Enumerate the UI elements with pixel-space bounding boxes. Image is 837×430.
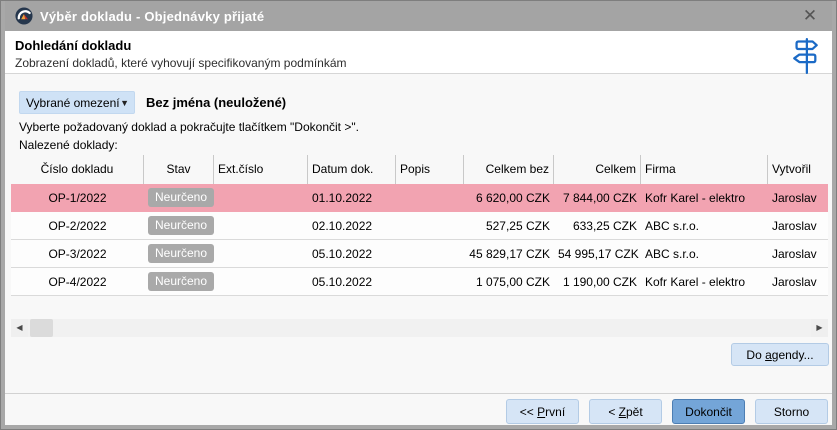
cell-status: Neurčeno [144, 272, 214, 291]
scrollbar-thumb[interactable] [30, 319, 53, 337]
selection-name-label: Bez jména (neuložené) [146, 95, 286, 110]
table-header-row: Číslo dokladuStavExt.čísloDatum dok.Popi… [11, 155, 828, 184]
cell-number: OP-2/2022 [11, 219, 144, 233]
status-badge: Neurčeno [148, 244, 214, 263]
column-header[interactable]: Popis [396, 155, 464, 184]
close-icon[interactable]: ✕ [798, 5, 822, 27]
to-agenda-button[interactable]: Do agendy... [731, 343, 829, 366]
first-button[interactable]: << První [506, 399, 579, 424]
titlebar[interactable]: Výběr dokladu - Objednávky přijaté [5, 1, 832, 31]
documents-table: Číslo dokladuStavExt.čísloDatum dok.Popi… [11, 155, 828, 296]
column-header[interactable]: Vytvořil [768, 155, 828, 184]
cancel-button[interactable]: Storno [755, 399, 828, 424]
column-header[interactable]: Stav [144, 155, 214, 184]
cell-status: Neurčeno [144, 188, 214, 207]
cell-created_by: Jaroslav [768, 247, 828, 261]
cell-created_by: Jaroslav [768, 219, 828, 233]
cell-created_by: Jaroslav [768, 191, 828, 205]
cell-company: Kofr Karel - elektro [641, 275, 768, 289]
status-badge: Neurčeno [148, 188, 214, 207]
footer-divider [5, 393, 832, 394]
cell-status: Neurčeno [144, 244, 214, 263]
cell-total_without: 527,25 CZK [464, 219, 554, 233]
cell-date: 05.10.2022 [308, 275, 396, 289]
cell-date: 01.10.2022 [308, 191, 396, 205]
cell-date: 02.10.2022 [308, 219, 396, 233]
column-header[interactable]: Celkem bez [464, 155, 554, 184]
column-header[interactable]: Datum dok. [308, 155, 396, 184]
table-row[interactable]: OP-4/2022 Neurčeno 05.10.2022 1 075,00 CZK1… [11, 268, 828, 296]
wizard-header: Dohledání dokladu Zobrazení dokladů, kte… [5, 31, 832, 74]
column-header[interactable]: Ext.číslo [214, 155, 308, 184]
page-subtitle: Zobrazení dokladů, které vyhovují specif… [15, 56, 822, 70]
filter-row: Vybrané omezení ▼ Bez jména (neuložené) [19, 91, 286, 114]
table-row[interactable]: OP-3/2022 Neurčeno 05.10.2022 45 829,17 CZK… [11, 240, 828, 268]
wizard-button-row: << První < Zpět Dokončit Storno [506, 399, 828, 424]
cell-total: 7 844,00 CZK [554, 191, 641, 205]
column-header[interactable]: Celkem [554, 155, 641, 184]
scroll-right-icon[interactable]: ▶ [811, 319, 828, 337]
cell-total: 54 995,17 CZK [554, 247, 641, 261]
results-label: Nalezené doklady: [19, 138, 118, 152]
app-logo-icon [15, 7, 33, 25]
cell-date: 05.10.2022 [308, 247, 396, 261]
cell-total_without: 45 829,17 CZK [464, 247, 554, 261]
status-badge: Neurčeno [148, 216, 214, 235]
horizontal-scrollbar[interactable]: ◀ ▶ [11, 319, 828, 337]
window-title: Výběr dokladu - Objednávky přijaté [40, 9, 264, 24]
signpost-icon [790, 37, 820, 75]
dialog-body: Výběr dokladu - Objednávky přijaté ✕ Doh… [5, 1, 832, 425]
cell-company: Kofr Karel - elektro [641, 191, 768, 205]
page-title: Dohledání dokladu [15, 38, 822, 53]
instruction-text: Vyberte požadovaný doklad a pokračujte t… [19, 120, 359, 134]
table-body: OP-1/2022 Neurčeno 01.10.2022 6 620,00 CZK7… [11, 184, 828, 296]
status-badge: Neurčeno [148, 272, 214, 291]
restriction-dropdown[interactable]: Vybrané omezení ▼ [19, 91, 135, 114]
scrollbar-track[interactable] [28, 319, 811, 337]
cell-number: OP-1/2022 [11, 191, 144, 205]
cell-company: ABC s.r.o. [641, 219, 768, 233]
cell-number: OP-4/2022 [11, 275, 144, 289]
column-header[interactable]: Číslo dokladu [11, 155, 144, 184]
document-selection-dialog: Výběr dokladu - Objednávky přijaté ✕ Doh… [0, 0, 837, 430]
back-button[interactable]: < Zpět [589, 399, 662, 424]
cell-total_without: 6 620,00 CZK [464, 191, 554, 205]
finish-button[interactable]: Dokončit [672, 399, 745, 424]
chevron-down-icon: ▼ [120, 98, 129, 108]
table-row[interactable]: OP-1/2022 Neurčeno 01.10.2022 6 620,00 CZK7… [11, 184, 828, 212]
scroll-left-icon[interactable]: ◀ [11, 319, 28, 337]
cell-company: ABC s.r.o. [641, 247, 768, 261]
cell-number: OP-3/2022 [11, 247, 144, 261]
cell-total: 1 190,00 CZK [554, 275, 641, 289]
cell-total: 633,25 CZK [554, 219, 641, 233]
cell-created_by: Jaroslav [768, 275, 828, 289]
column-header[interactable]: Firma [641, 155, 768, 184]
restriction-dropdown-value: Vybrané omezení [26, 96, 120, 110]
cell-total_without: 1 075,00 CZK [464, 275, 554, 289]
cell-status: Neurčeno [144, 216, 214, 235]
table-row[interactable]: OP-2/2022 Neurčeno 02.10.2022 527,25 CZK633… [11, 212, 828, 240]
